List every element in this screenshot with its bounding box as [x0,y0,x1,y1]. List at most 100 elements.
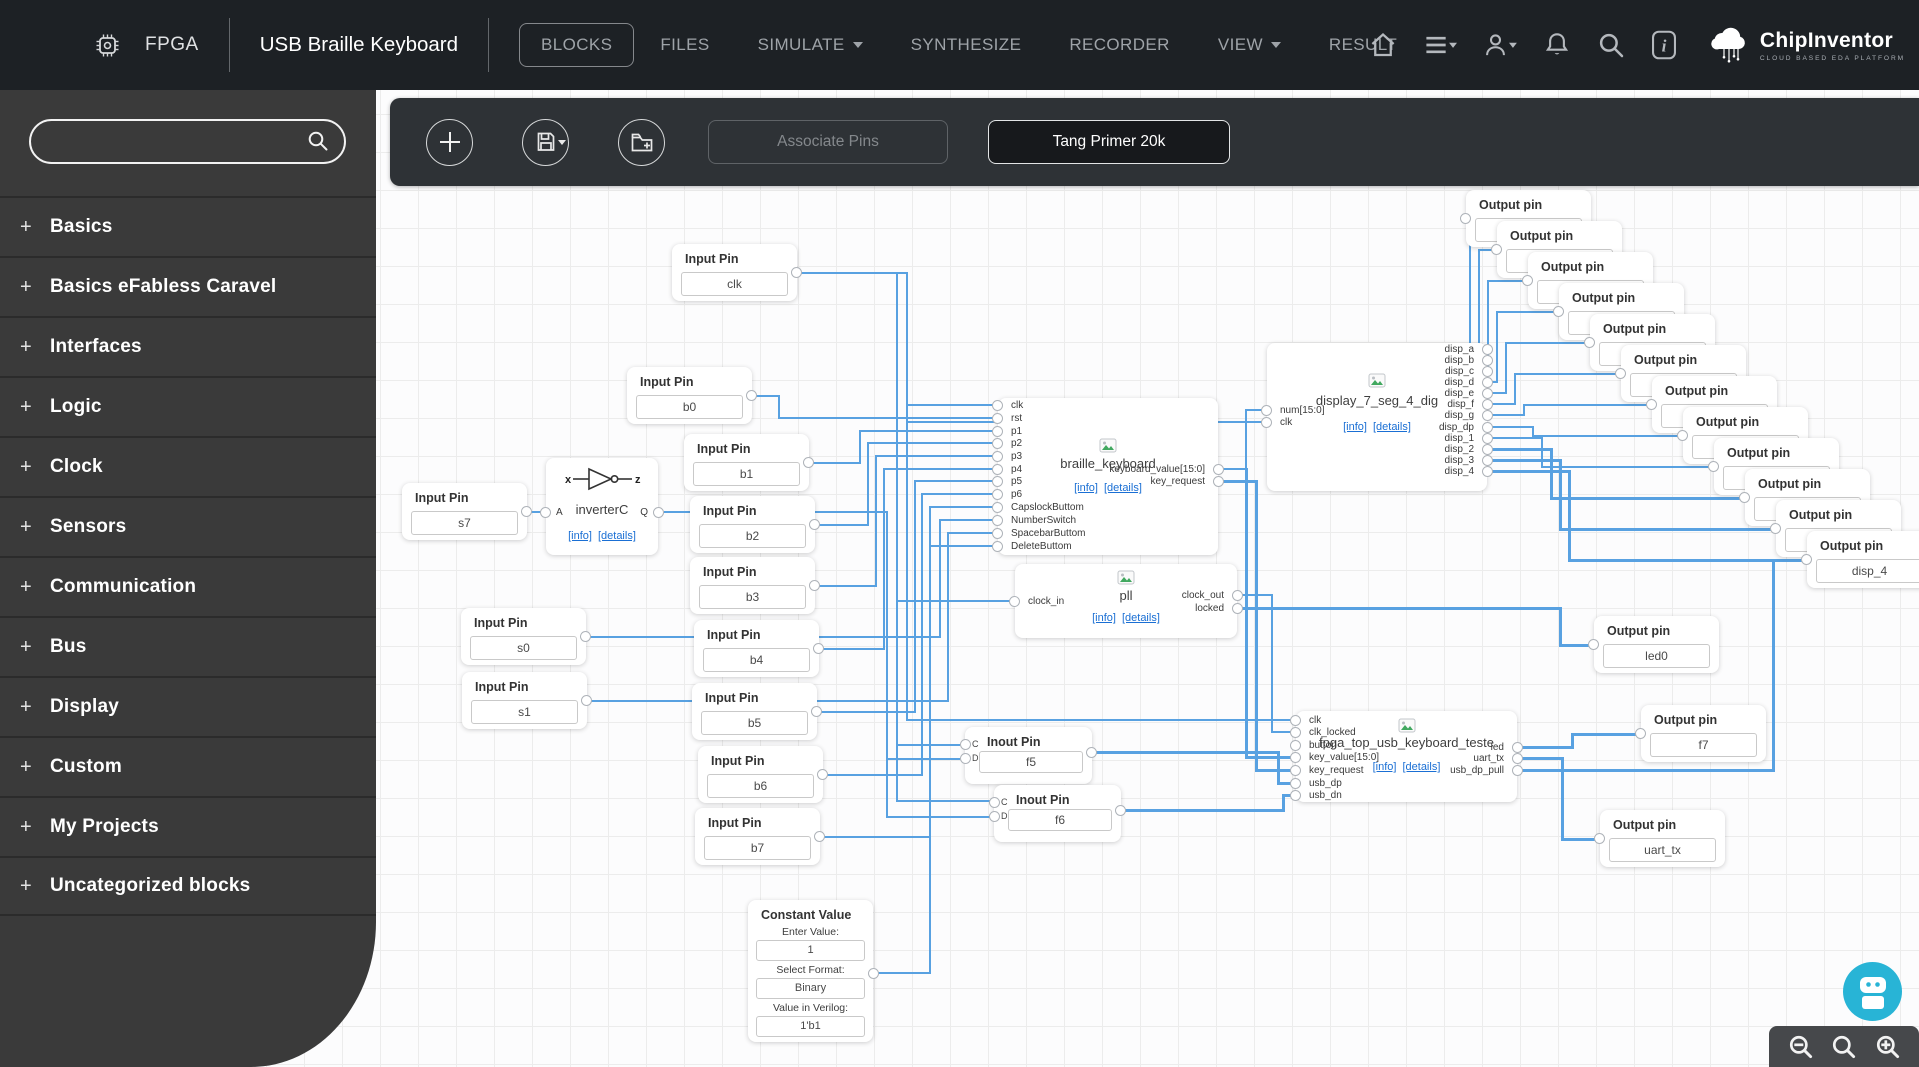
input-port[interactable] [1522,275,1533,286]
tab-blocks[interactable]: BLOCKS [519,23,634,67]
constant-value-block[interactable]: Constant ValueEnter Value:1Select Format… [748,900,873,1042]
pin-name-input[interactable] [1603,644,1710,668]
tab-synthesize[interactable]: SYNTHESIZE [911,35,1022,55]
assistant-robot-button[interactable] [1843,962,1902,1021]
pin-name-input[interactable] [471,700,578,724]
save-button[interactable] [522,119,569,166]
output-pin-block[interactable]: Output pin [1641,705,1766,762]
output-port[interactable] [1512,742,1523,753]
output-port[interactable] [868,968,879,979]
output-port[interactable] [811,706,822,717]
input-port[interactable] [960,753,971,764]
sidebar-item-my-projects[interactable]: +My Projects [0,796,376,856]
output-port[interactable] [803,457,814,468]
module-block-display-7-seg-4-dig[interactable]: display_7_seg_4_dig[info][details]num[15… [1267,343,1487,491]
output-port[interactable] [1482,355,1493,366]
input-port[interactable] [1290,778,1301,789]
pin-name-input[interactable] [681,272,788,296]
input-port[interactable] [992,413,1003,424]
output-port[interactable] [1482,422,1493,433]
search-icon[interactable] [1596,30,1626,60]
tab-recorder[interactable]: RECORDER [1069,35,1170,55]
output-port[interactable] [746,390,757,401]
home-icon[interactable] [1368,30,1398,60]
board-select-button[interactable]: Tang Primer 20k [988,120,1230,164]
constant-value-input[interactable]: 1 [756,940,865,961]
module-block-fpga-top-usb-keyboard-teste[interactable]: fpga_top_usb_keyboard_teste[info][detail… [1296,711,1517,802]
input-port[interactable] [1646,399,1657,410]
pin-name-input[interactable] [636,395,743,419]
output-port[interactable] [1482,399,1493,410]
input-pin-block[interactable]: Input Pin [695,808,820,865]
output-port[interactable] [1482,388,1493,399]
output-port[interactable] [813,643,824,654]
input-port[interactable] [1290,727,1301,738]
input-port[interactable] [1460,213,1471,224]
input-port[interactable] [1594,833,1605,844]
output-port[interactable] [1482,410,1493,421]
pin-name-input[interactable] [704,836,811,860]
output-port[interactable] [580,631,591,642]
user-icon[interactable] [1482,30,1518,60]
info-icon[interactable]: i [1651,30,1677,60]
input-pin-block[interactable]: Input Pin [684,434,809,491]
input-pin-block[interactable]: Input Pin [698,746,823,803]
input-port[interactable] [1635,728,1646,739]
input-port[interactable] [992,489,1003,500]
input-port[interactable] [1261,405,1272,416]
output-port[interactable] [1232,590,1243,601]
input-port[interactable] [1290,740,1301,751]
input-pin-block[interactable]: Input Pin [672,244,797,301]
input-port[interactable] [992,476,1003,487]
sidebar-item-logic[interactable]: +Logic [0,376,376,436]
output-port[interactable] [1512,753,1523,764]
output-port[interactable] [791,267,802,278]
pin-name-input[interactable] [470,636,577,660]
output-port[interactable] [1482,366,1493,377]
output-port[interactable] [1482,444,1493,455]
details-link[interactable]: [details] [1373,421,1411,433]
pin-name-input[interactable] [1008,809,1112,831]
input-pin-block[interactable]: Input Pin [690,496,815,553]
sidebar-item-basics[interactable]: +Basics [0,196,376,256]
output-port[interactable] [1482,466,1493,477]
pin-name-input[interactable] [699,524,806,548]
tab-view[interactable]: VIEW [1218,35,1281,55]
input-port[interactable] [992,464,1003,475]
output-port[interactable] [1482,433,1493,444]
input-pin-block[interactable]: Input Pin [462,672,587,729]
module-block-pll[interactable]: pll[info][details]clock_inclock_outlocke… [1015,564,1237,638]
sidebar-item-uncategorized-blocks[interactable]: +Uncategorized blocks [0,856,376,916]
output-pin-block[interactable]: Output pin [1600,810,1725,867]
input-port[interactable] [992,426,1003,437]
pin-name-input[interactable] [1609,838,1716,862]
pin-name-input[interactable] [693,462,800,486]
input-port[interactable] [1584,337,1595,348]
info-link[interactable]: [info] [1092,612,1116,624]
output-port[interactable] [521,506,532,517]
input-port[interactable] [1553,306,1564,317]
pin-name-input[interactable] [701,711,808,735]
input-port[interactable] [992,438,1003,449]
pin-name-input[interactable] [1650,733,1757,757]
sidebar-item-bus[interactable]: +Bus [0,616,376,676]
input-port[interactable] [1290,790,1301,801]
tab-simulate[interactable]: SIMULATE [758,35,863,55]
input-pin-block[interactable]: Input Pin [692,683,817,740]
input-port[interactable] [540,507,551,518]
sidebar-item-communication[interactable]: +Communication [0,556,376,616]
input-port[interactable] [992,541,1003,552]
output-port[interactable] [817,769,828,780]
input-port[interactable] [1261,417,1272,428]
output-port[interactable] [1115,805,1126,816]
zoom-reset-icon[interactable] [1830,1033,1857,1060]
input-port[interactable] [1739,492,1750,503]
info-link[interactable]: [info] [1074,482,1098,494]
module-block-braille-keyboard[interactable]: braille_keyboard[info][details]clkrstp1p… [998,398,1218,555]
input-port[interactable] [1677,430,1688,441]
output-port[interactable] [653,507,664,518]
input-port[interactable] [989,811,1000,822]
input-port[interactable] [1009,596,1020,607]
input-pin-block[interactable]: Input Pin [694,620,819,677]
output-port[interactable] [809,519,820,530]
